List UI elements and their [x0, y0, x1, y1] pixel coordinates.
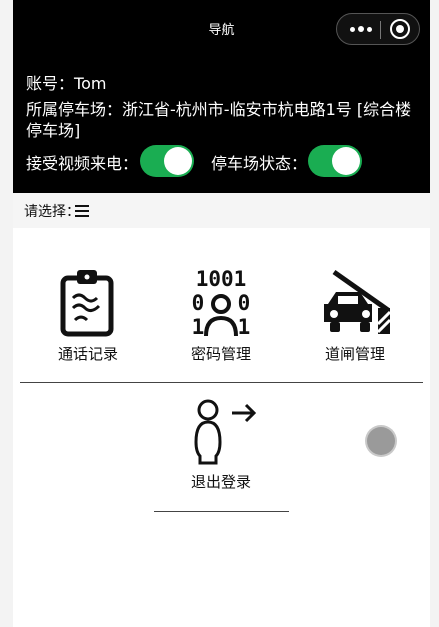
logout-label: 退出登录: [190, 473, 251, 491]
toggle-knob: [164, 147, 192, 175]
gate-management-label: 道闸管理: [324, 345, 385, 363]
parking-label: 所属停车场：: [26, 100, 123, 119]
account-info-panel: 账号：Tom 所属停车场：浙江省-杭州市-临安市杭电路1号 [综合楼停车场] 接…: [13, 58, 430, 193]
menu-icon[interactable]: [75, 205, 89, 217]
floating-assist-button[interactable]: [367, 427, 395, 455]
status-bar: [13, 0, 430, 4]
toggle-knob: [332, 147, 360, 175]
close-icon[interactable]: [390, 19, 410, 39]
select-label: 请选择：: [24, 204, 80, 220]
video-call-toggle[interactable]: [140, 145, 194, 177]
logout-button[interactable]: 退出登录: [166, 396, 276, 496]
svg-text:0: 0: [238, 291, 251, 315]
menu-divider: [20, 382, 423, 383]
clipboard-icon: [60, 270, 114, 337]
app-screen: 导航 账号：Tom 所属停车场：浙江省-杭州市-临安市杭电路1号 [综合楼停车场…: [13, 0, 430, 627]
lot-status-toggle[interactable]: [308, 145, 362, 177]
account-line: 账号：Tom: [26, 70, 106, 94]
more-icon[interactable]: [346, 18, 376, 40]
mini-program-capsule: [336, 13, 420, 45]
logout-underline: [154, 511, 289, 512]
account-label: 账号：: [26, 74, 75, 93]
call-records-label: 通话记录: [57, 345, 118, 363]
svg-text:1001: 1001: [196, 268, 247, 291]
user-exit-icon: [194, 399, 257, 465]
car-barrier-icon: [324, 269, 392, 334]
svg-text:1: 1: [192, 315, 205, 338]
svg-text:0: 0: [192, 291, 205, 315]
call-records-button[interactable]: 通话记录: [33, 268, 143, 368]
select-bar[interactable]: 请选择：: [13, 193, 430, 228]
binary-user-icon: 1001 0 0 1 1: [192, 268, 251, 338]
password-management-label: 密码管理: [190, 345, 251, 363]
video-call-label: 接受视频来电：: [26, 154, 139, 173]
password-management-button[interactable]: 1001 0 0 1 1 密码管理: [166, 268, 276, 368]
capsule-divider: [380, 21, 381, 39]
gate-management-button[interactable]: 道闸管理: [300, 268, 410, 368]
navigation-bar: 导航: [13, 0, 430, 58]
account-value: Tom: [74, 74, 107, 93]
parking-line: 所属停车场：浙江省-杭州市-临安市杭电路1号 [综合楼停车场]: [26, 99, 421, 141]
svg-text:1: 1: [238, 315, 251, 338]
lot-status-label: 停车场状态：: [211, 154, 308, 173]
